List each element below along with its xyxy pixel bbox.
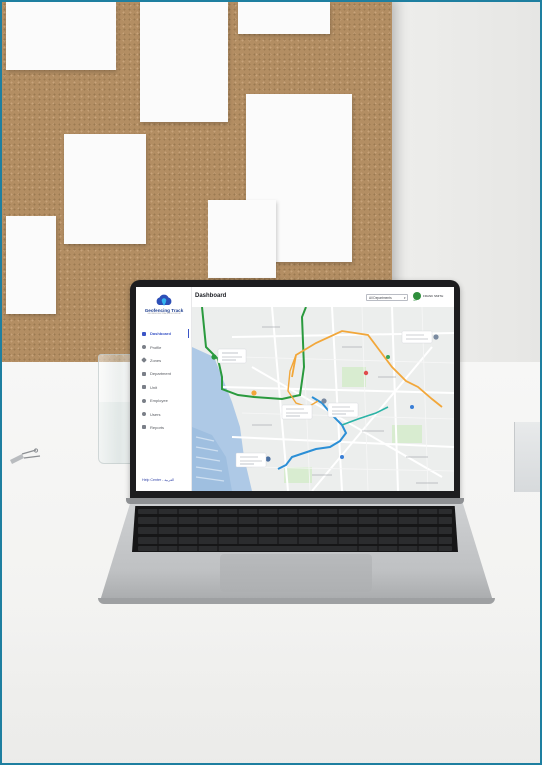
sidebar-item-zones[interactable]: Zones — [136, 354, 192, 367]
sidebar-nav: Dashboard Profile Zones Department Unit — [136, 327, 192, 434]
sidebar-item-label: Profile — [150, 344, 162, 350]
map-marker-icon — [211, 354, 217, 360]
sidebar-item-department[interactable]: Department — [136, 367, 192, 380]
user-name: FRANK SMITH — [423, 294, 444, 298]
keyboard — [132, 506, 458, 552]
sidebar-item-label: Zones — [150, 357, 162, 363]
map-marker-icon — [340, 455, 344, 459]
photo-frame: Geofencing Track GEOFENCING TRACKING SYS… — [0, 0, 542, 765]
brand-tagline: GEOFENCING TRACKING SYSTEM — [147, 313, 181, 315]
sidebar-item-label: Department — [150, 371, 171, 377]
white-box — [514, 422, 540, 492]
avatar — [413, 292, 421, 300]
laptop-screen: Geofencing Track GEOFENCING TRACKING SYS… — [136, 287, 454, 491]
sidebar-item-label: Dashboard — [150, 331, 171, 337]
map-marker-icon — [386, 355, 390, 359]
sidebar-item-employee[interactable]: Employee — [136, 394, 192, 407]
map-marker-icon — [363, 370, 369, 376]
department-select[interactable]: All Departments ▾ — [366, 294, 408, 301]
unit-icon — [142, 385, 146, 390]
page-title: Dashboard — [195, 293, 227, 299]
employee-icon — [142, 398, 146, 403]
sidebar-item-label: Users — [150, 411, 161, 417]
reports-icon — [142, 425, 146, 430]
sidebar-item-profile[interactable]: Profile — [136, 340, 192, 353]
users-icon — [142, 412, 146, 417]
avatar-label: GEO — [413, 300, 417, 303]
sidebar-item-label: Unit — [150, 384, 158, 390]
paper-note — [238, 2, 330, 34]
sidebar-item-dashboard[interactable]: Dashboard — [136, 327, 192, 340]
department-icon — [142, 371, 146, 376]
brand-logo[interactable]: Geofencing Track GEOFENCING TRACKING SYS… — [142, 294, 186, 320]
sidebar-item-label: Reports — [150, 424, 165, 430]
map-marker-icon — [433, 334, 439, 340]
keyboard-keys — [138, 509, 452, 551]
paper-note — [6, 2, 116, 70]
dashboard-icon — [142, 331, 146, 336]
desk-shadow — [2, 612, 540, 763]
touchpad — [220, 554, 372, 592]
park-area — [284, 467, 312, 483]
map-marker-icon — [410, 405, 414, 409]
map-canvas[interactable] — [192, 307, 454, 491]
sidebar: Geofencing Track GEOFENCING TRACKING SYS… — [136, 287, 192, 491]
help-center-link[interactable]: Help Center - العربية — [142, 478, 174, 482]
user-menu[interactable]: GEO FRANK SMITH — [413, 292, 454, 303]
park-area — [342, 367, 366, 387]
paper-note — [140, 2, 228, 122]
map-view[interactable] — [192, 307, 454, 491]
sidebar-item-label: Employee — [150, 398, 168, 404]
paper-note — [208, 200, 276, 278]
binder-clip-icon — [10, 448, 41, 464]
cloud-pin-logo-icon — [156, 294, 172, 306]
laptop-base-edge — [98, 598, 495, 604]
top-bar: Dashboard All Departments ▾ GEO FRANK SM… — [192, 287, 454, 307]
department-select-value: All Departments — [369, 296, 392, 301]
sidebar-item-users[interactable]: Users — [136, 407, 192, 420]
map-marker-icon — [321, 398, 327, 404]
chevron-down-icon: ▾ — [403, 296, 406, 300]
paper-note — [6, 216, 56, 314]
profile-icon — [142, 345, 146, 350]
map-marker-icon — [251, 390, 257, 396]
sidebar-item-unit[interactable]: Unit — [136, 381, 192, 394]
paper-note — [64, 134, 146, 244]
zones-icon — [141, 357, 147, 364]
laptop-hinge — [126, 498, 464, 504]
sidebar-item-reports[interactable]: Reports — [136, 421, 192, 434]
